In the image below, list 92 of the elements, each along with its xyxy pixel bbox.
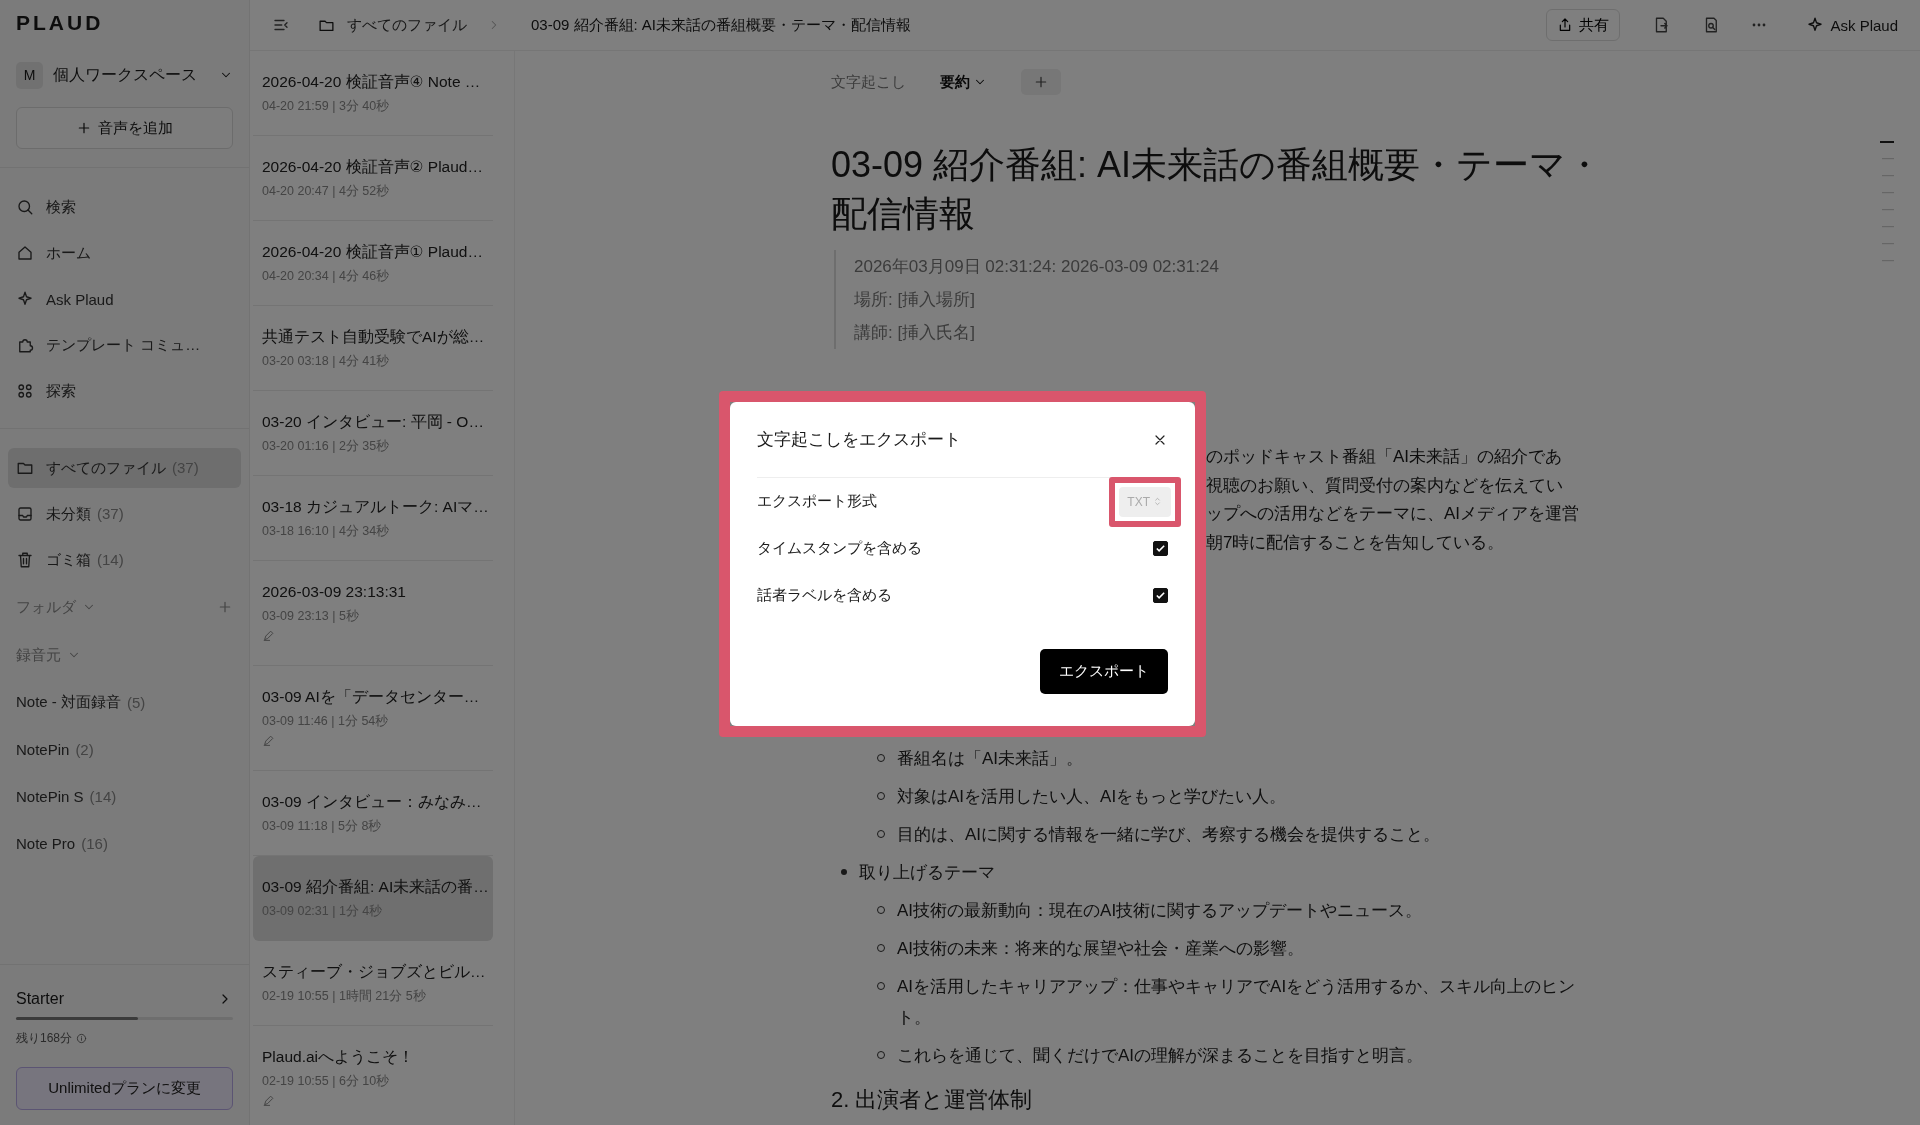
checkbox[interactable] <box>1153 588 1168 603</box>
file-meta: 03-20 03:18 | 4分 41秒 <box>262 353 391 370</box>
file-meta: 03-18 16:10 | 4分 34秒 <box>262 523 391 540</box>
more-icon <box>1752 23 1767 27</box>
list-item: 番組名は「AI未来話」。 <box>897 747 1084 770</box>
list-item: 取り上げるテーマ <box>859 861 995 884</box>
paragraph-line: のポッドキャスト番組「AI未来話」の紹介であ <box>1206 446 1564 468</box>
pencil-icon <box>262 629 275 642</box>
info-icon <box>76 1033 88 1044</box>
pencil-icon <box>262 734 275 747</box>
grid-icon <box>16 382 34 400</box>
puzzle-icon <box>16 336 34 354</box>
file-meta: 03-09 23:13 | 5秒 <box>262 608 360 625</box>
workspace-name[interactable]: 個人ワークスペース <box>53 64 209 86</box>
paragraph-line: ップへの活用などをテーマに、AIメディアを運営 <box>1206 503 1581 526</box>
nav-item[interactable]: ホーム <box>46 243 91 263</box>
plus-icon <box>1033 74 1049 90</box>
logo: PLAUD <box>16 11 104 35</box>
bullet-icon <box>841 868 847 875</box>
file-item[interactable]: 2026-03-09 23:13:31 03-09 23:13 | 5秒 <box>253 561 493 666</box>
list-item: AI技術の未来：将来的な展望や社会・産業への影響。 <box>897 937 1305 960</box>
paragraph-line: 視聴のお願い、質問受付の案内などを伝えてい <box>1206 474 1564 497</box>
plus-icon <box>217 599 233 615</box>
file-meta: 04-20 20:34 | 4分 46秒 <box>262 268 391 285</box>
meta-line: 場所: [挿入場所] <box>854 289 976 311</box>
share-button[interactable]: 共有 <box>1546 9 1621 41</box>
dialog-title: 文字起こしをエクスポート <box>757 429 961 451</box>
file-item[interactable]: 共通テスト自動受験でAIが総… 03-20 03:18 | 4分 41秒 <box>253 306 493 391</box>
upgrade-button[interactable]: Unlimitedプランに変更 <box>16 1067 233 1110</box>
tab[interactable]: 要約 <box>940 72 987 92</box>
file-title: スティーブ・ジョブズとビル… <box>262 962 484 982</box>
more-button[interactable] <box>1752 23 1767 27</box>
file-item[interactable]: 03-09 AIを「データセンター… 03-09 11:46 | 1分 54秒 <box>253 666 493 771</box>
nav-item[interactable]: Ask Plaud <box>46 290 114 308</box>
list-item: 対象はAIを活用したい人、AIをもっと学びたい人。 <box>897 785 1287 808</box>
file-meta: 04-20 20:47 | 4分 52秒 <box>262 183 391 200</box>
remaining-time: 残り168分 <box>16 1030 73 1047</box>
nav-item[interactable]: テンプレート コミュ… <box>46 335 201 355</box>
file-title: 2026-04-20 検証音声② Plaud… <box>262 157 484 177</box>
nav-item[interactable]: 探索 <box>46 381 76 401</box>
file-item[interactable]: 2026-04-20 検証音声① Plaud… 04-20 20:34 | 4分 46秒 <box>253 221 493 306</box>
list-item: AI技術の最新動向：現在のAI技術に関するアップデートやニュース。 <box>897 899 1423 922</box>
meta-line: 2026年03月09日 02:31:24: 2026-03-09 02:31:24 <box>854 256 1220 278</box>
checkbox[interactable] <box>1153 541 1168 556</box>
file-title: 共通テスト自動受験でAIが総… <box>262 327 484 347</box>
file-item[interactable]: 2026-04-20 検証音声② Plaud… 04-20 20:47 | 4分 52秒 <box>253 136 493 221</box>
list-item: 目的は、AIに関する情報を一緒に学び、考察する機会を提供すること。 <box>897 823 1441 846</box>
add-audio-button[interactable]: 音声を追加 <box>16 107 233 149</box>
check-icon <box>1155 543 1166 554</box>
document-title: 03-09 紹介番組: AI未来話の番組概要・テーマ・配信情報 <box>831 143 1604 236</box>
file-title: 03-09 紹介番組: AI未来話の番組概要・テーマ・配信情報 <box>531 15 912 35</box>
avatar: M <box>16 61 43 89</box>
file-meta: 03-09 11:46 | 1分 54秒 <box>262 713 390 730</box>
plan-name: Starter <box>16 990 64 1008</box>
paragraph-line: 朝7時に配信することを告知している。 <box>1206 532 1506 555</box>
section-heading: 2. 出演者と運営体制 <box>831 1085 1034 1114</box>
tab[interactable]: 文字起こし <box>831 72 906 92</box>
file-title: 03-09 インタビュー：みなみ… <box>262 792 483 812</box>
home-icon <box>16 244 34 262</box>
trash-icon <box>16 551 34 569</box>
breadcrumb-link[interactable]: すべてのファイル <box>347 15 467 35</box>
file-title: 03-09 AIを「データセンター… <box>262 687 481 707</box>
list-item: AIを活用したキャリアアップ：仕事やキャリアでAIをどう活用するか、スキル向上のヒント。 <box>897 975 1577 1029</box>
option-label: 話者ラベルを含める <box>757 586 892 605</box>
file-title: 03-20 インタビュー: 平岡 - O… <box>262 412 484 432</box>
sparkle-icon <box>16 290 34 308</box>
option-label: タイムスタンプを含める <box>757 539 922 558</box>
file-meta: 02-19 10:55 | 6分 10秒 <box>262 1073 391 1090</box>
sparkle-icon <box>1806 16 1825 34</box>
file-item[interactable]: Plaud.aiへようこそ！ 02-19 10:55 | 6分 10秒 <box>253 1026 493 1125</box>
format-label: エクスポート形式 <box>757 492 877 511</box>
file-item[interactable]: 03-20 インタビュー: 平岡 - O… 03-20 01:16 | 2分 35秒 <box>253 391 493 476</box>
plus-icon <box>76 120 92 136</box>
file-meta: 03-09 11:18 | 5分 8秒 <box>262 818 383 835</box>
updown-icon <box>1152 496 1163 507</box>
list-item: これらを通じて、聞くだけでAIの理解が深まることを目指すと明言。 <box>897 1044 1424 1067</box>
search-icon <box>16 198 34 216</box>
file-item[interactable]: 2026-04-20 検証音声④ Note … 04-20 21:59 | 3分 40秒 <box>253 51 493 136</box>
file-meta: 03-20 01:16 | 2分 35秒 <box>262 438 391 455</box>
file-title: 2026-04-20 検証音声① Plaud… <box>262 242 484 262</box>
file-title: 2026-04-20 検証音声④ Note … <box>262 72 482 92</box>
nav-item[interactable]: 検索 <box>46 197 76 217</box>
file-meta: 04-20 21:59 | 3分 40秒 <box>262 98 391 115</box>
file-title: Plaud.aiへようこそ！ <box>262 1047 415 1067</box>
meta-line: 講師: [挿入氏名] <box>854 322 976 344</box>
check-icon <box>1155 590 1166 601</box>
file-title: 2026-03-09 23:13:31 <box>262 582 407 602</box>
export-button[interactable]: エクスポート <box>1040 649 1168 694</box>
inbox-icon <box>16 505 34 523</box>
file-item[interactable]: 03-18 カジュアルトーク: AIマ… 03-18 16:10 | 4分 34秒 <box>253 476 493 561</box>
pencil-icon <box>262 1094 275 1107</box>
ask-button[interactable]: Ask Plaud <box>1806 16 1898 34</box>
